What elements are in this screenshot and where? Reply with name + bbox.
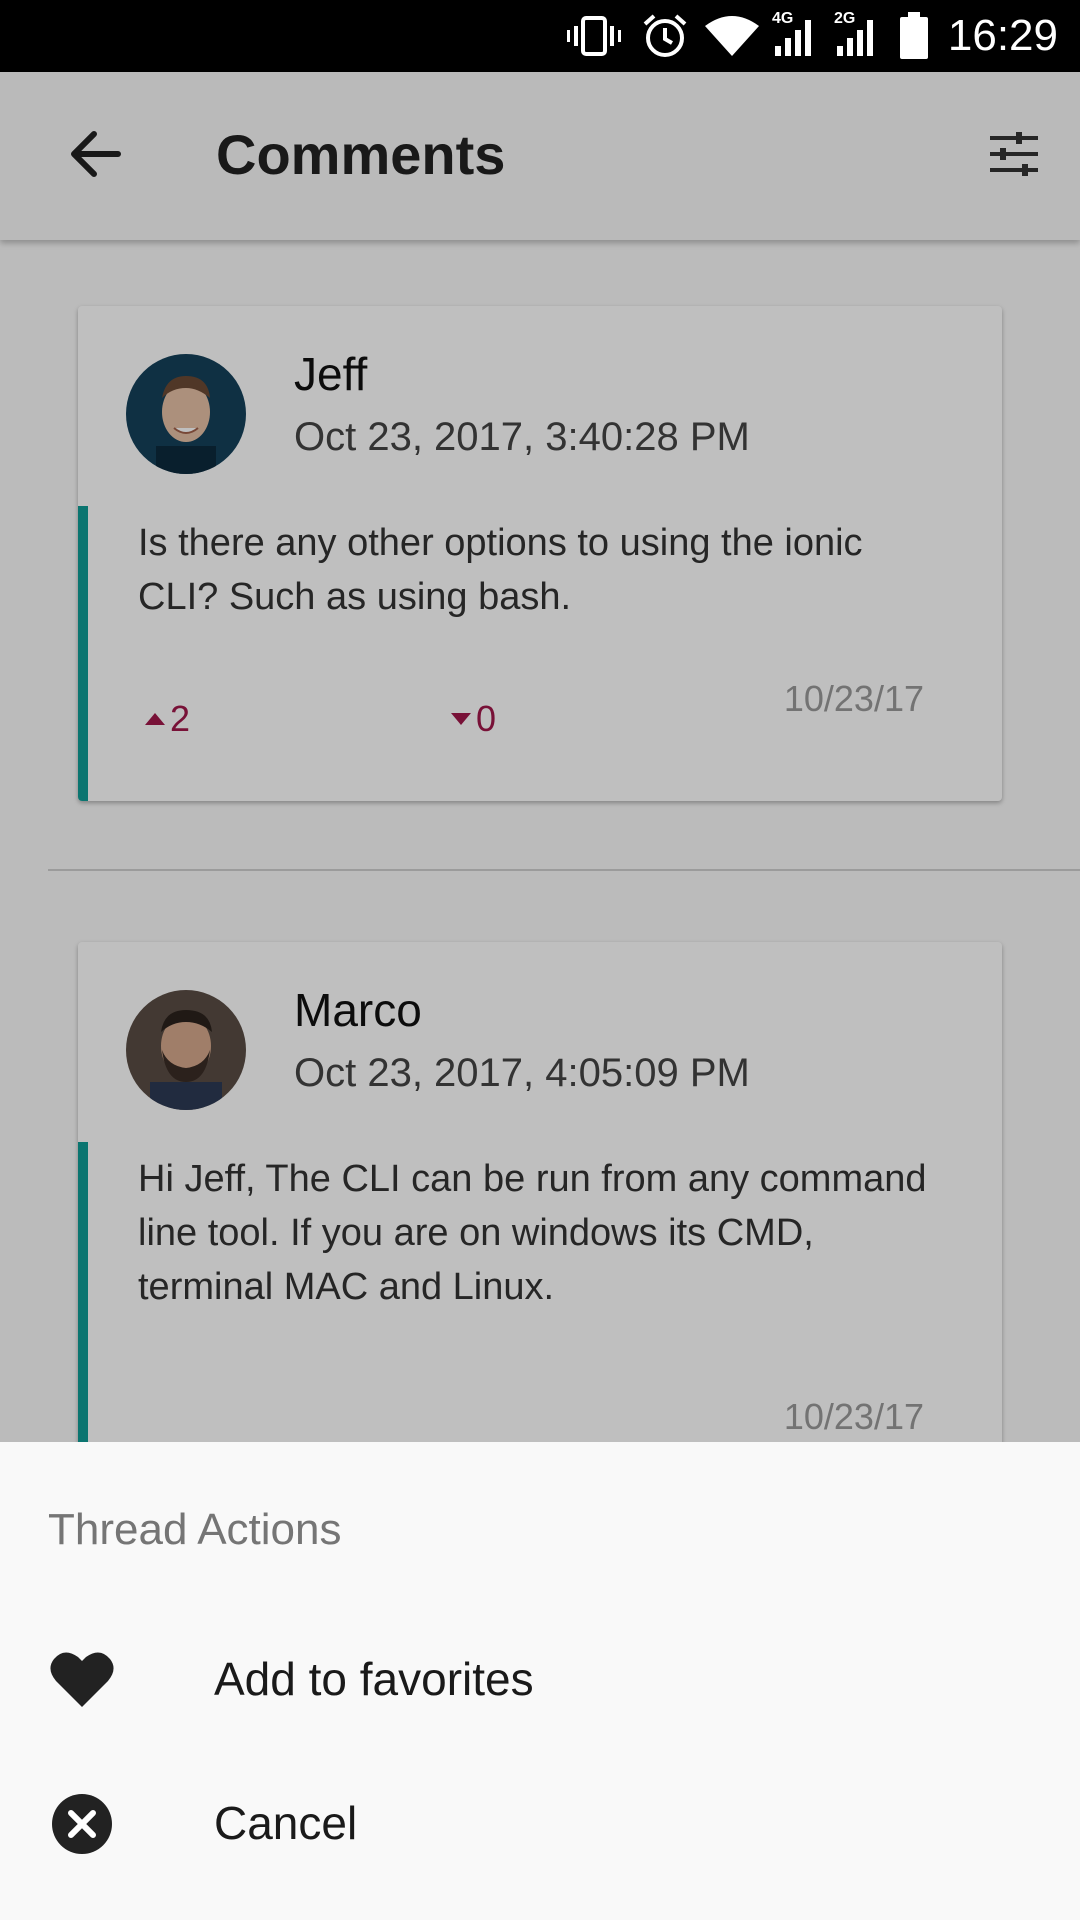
wifi-icon <box>704 12 760 60</box>
backdrop[interactable] <box>0 72 1080 1442</box>
action-sheet: Thread Actions Add to favorites Cancel <box>0 1442 1080 1920</box>
add-to-favorites-label: Add to favorites <box>214 1653 534 1705</box>
heart-icon <box>48 1646 116 1714</box>
signal-4g-icon <box>772 12 820 60</box>
add-to-favorites-button[interactable]: Add to favorites <box>0 1608 1080 1752</box>
alarm-icon <box>640 12 690 60</box>
battery-icon <box>896 12 932 60</box>
status-bar: 4G 2G 16:29 <box>0 0 1080 72</box>
status-time: 16:29 <box>947 11 1058 60</box>
action-sheet-title: Thread Actions <box>48 1505 342 1554</box>
signal-2g-icon <box>834 12 882 60</box>
vibrate-icon <box>566 12 622 60</box>
cancel-button[interactable]: Cancel <box>0 1752 1080 1896</box>
close-circle-icon <box>48 1790 116 1858</box>
cancel-label: Cancel <box>214 1797 358 1849</box>
